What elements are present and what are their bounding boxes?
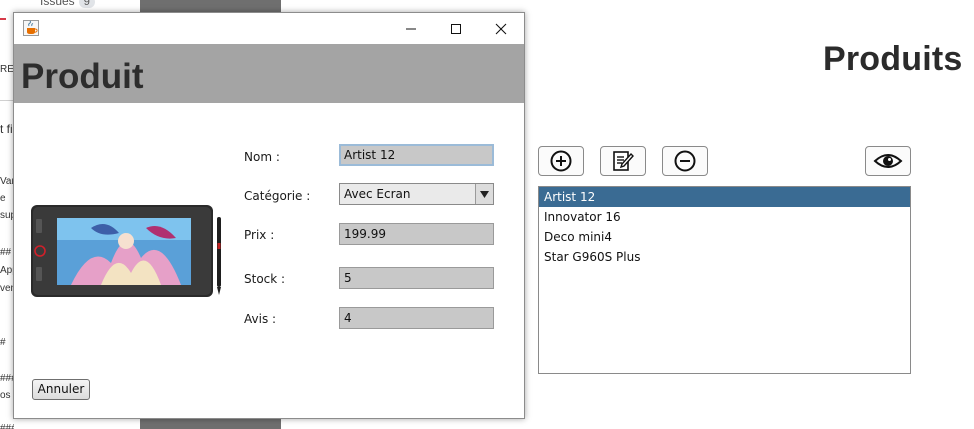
name-label: Nom :	[244, 150, 280, 164]
add-product-button[interactable]	[538, 146, 584, 176]
background-text-fragment: os	[0, 390, 11, 401]
close-button[interactable]	[478, 13, 524, 44]
cancel-button[interactable]: Annuler	[32, 379, 90, 400]
background-text-fragment: sup	[0, 210, 14, 221]
category-select[interactable]: Avec Ecran	[339, 183, 494, 205]
minus-circle-icon	[674, 150, 696, 172]
background-text-fragment: ###	[0, 373, 14, 384]
list-item[interactable]: Artist 12	[539, 187, 910, 207]
background-text-fragment: e	[0, 193, 6, 204]
list-item[interactable]: Innovator 16	[539, 207, 910, 227]
eye-icon	[873, 154, 903, 168]
product-image	[31, 205, 221, 297]
background-left-strip: RE t fi Van e sup ## App ven # ### os ##…	[0, 0, 14, 429]
minimize-button[interactable]	[388, 13, 434, 44]
background-text-fragment: t fi	[0, 122, 13, 136]
chevron-down-icon	[480, 190, 489, 198]
rating-label: Avis :	[244, 312, 277, 326]
plus-circle-icon	[550, 150, 572, 172]
price-label: Prix :	[244, 228, 275, 242]
stock-label: Stock :	[244, 272, 286, 286]
maximize-button[interactable]	[433, 13, 479, 44]
dropdown-arrow[interactable]	[475, 184, 493, 204]
background-text-fragment: Van	[0, 176, 14, 187]
minimize-icon	[406, 28, 416, 29]
category-selected-value: Avec Ecran	[344, 187, 411, 201]
rating-field[interactable]: 4	[339, 307, 494, 329]
background-issues-tab[interactable]: Issues 9	[40, 0, 95, 8]
stock-field[interactable]: 5	[339, 267, 494, 289]
background-text-fragment: App	[0, 265, 14, 276]
background-text-fragment: ##	[0, 247, 12, 258]
dialog-titlebar[interactable]	[14, 13, 524, 44]
background-text-fragment: RE	[0, 64, 14, 75]
name-field[interactable]: Artist 12	[339, 144, 494, 166]
background-red-mark	[0, 18, 6, 20]
dialog-header-band: Produit	[14, 44, 524, 103]
background-text-fragment: #	[0, 337, 6, 348]
edit-product-button[interactable]	[600, 146, 646, 176]
product-list[interactable]: Artist 12 Innovator 16 Deco mini4 Star G…	[538, 186, 911, 374]
list-item[interactable]: Star G960S Plus	[539, 247, 910, 267]
produits-title: Produits	[823, 40, 963, 78]
remove-product-button[interactable]	[662, 146, 708, 176]
list-item[interactable]: Deco mini4	[539, 227, 910, 247]
close-icon	[495, 23, 507, 34]
price-field[interactable]: 199.99	[339, 223, 494, 245]
view-product-button[interactable]	[865, 146, 911, 176]
issues-count-badge: 9	[78, 0, 95, 8]
category-label: Catégorie :	[244, 189, 311, 203]
dialog-title: Produit	[21, 57, 144, 96]
background-divider	[0, 100, 14, 101]
issues-label: Issues	[40, 0, 75, 8]
product-dialog: Produit Nom : Artist 12 Catégorie : Avec…	[13, 12, 525, 419]
maximize-icon	[451, 23, 461, 34]
java-cup-icon	[23, 20, 39, 36]
background-text-fragment: ven	[0, 283, 14, 294]
background-text-fragment: ###	[0, 423, 14, 429]
edit-document-icon	[613, 151, 634, 171]
